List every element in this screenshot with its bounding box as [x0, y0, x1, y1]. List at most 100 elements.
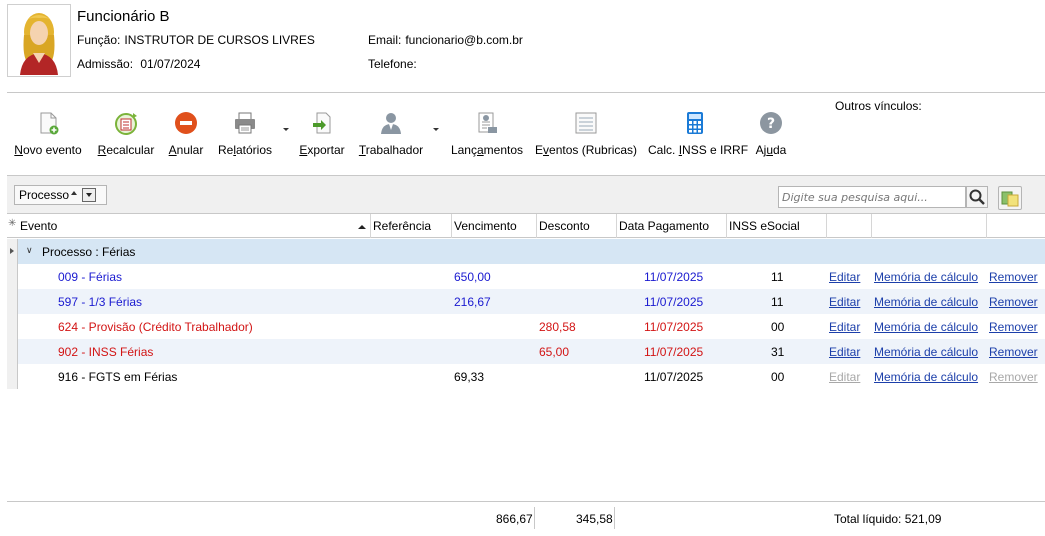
- table-row[interactable]: 009 - Férias 650,00 11/07/2025 11 Editar…: [7, 264, 1045, 289]
- events-grid: Processo Digite sua pesquisa aqui... ✳ E…: [7, 175, 1045, 536]
- admissao-label: Admissão:: [77, 57, 134, 71]
- admissao-info: Admissão: 01/07/2024: [77, 57, 200, 71]
- memoria-calculo-link[interactable]: Memória de cálculo: [874, 270, 978, 284]
- table-row[interactable]: 916 - FGTS em Férias 69,33 11/07/2025 00…: [7, 364, 1045, 389]
- evento-cell: 009 - Férias: [58, 270, 123, 284]
- outros-vinculos-label: Outros vínculos:: [835, 99, 922, 113]
- export-excel-icon: [1001, 191, 1019, 207]
- row-selector[interactable]: [7, 339, 18, 364]
- relatorios-button[interactable]: Relatórios: [217, 106, 273, 160]
- editar-link[interactable]: Editar: [829, 345, 860, 359]
- search-icon: [969, 189, 985, 205]
- group-row-label: Processo : Férias: [42, 245, 136, 259]
- trabalhador-dropdown-icon[interactable]: [433, 128, 439, 131]
- employee-header: Funcionário B Função: INSTRUTOR DE CURSOS…: [0, 0, 1045, 92]
- vencimento-cell: 650,00: [454, 270, 491, 284]
- row-selector[interactable]: [7, 264, 18, 289]
- new-document-icon: [40, 112, 59, 135]
- remover-link[interactable]: Remover: [989, 345, 1038, 359]
- column-evento[interactable]: Evento: [18, 214, 371, 238]
- funcao-info: Função: INSTRUTOR DE CURSOS LIVRES: [77, 33, 315, 47]
- sort-ascending-icon: [358, 225, 366, 229]
- header-divider: [7, 92, 1045, 93]
- desconto-cell: 280,58: [539, 320, 576, 334]
- search-input[interactable]: Digite sua pesquisa aqui...: [778, 186, 966, 208]
- desconto-cell: 65,00: [539, 345, 570, 359]
- memoria-calculo-link[interactable]: Memória de cálculo: [874, 295, 978, 309]
- funcao-label: Função:: [77, 33, 121, 47]
- total-vencimento: 866,67: [496, 512, 533, 526]
- worker-icon: [381, 113, 401, 134]
- printer-icon: [235, 112, 255, 134]
- editar-link[interactable]: Editar: [829, 320, 860, 334]
- total-liquido: Total líquido: 521,09: [834, 512, 942, 526]
- column-vencimento[interactable]: Vencimento: [452, 214, 537, 238]
- eventos-rubricas-button[interactable]: Eventos (Rubricas): [535, 106, 637, 160]
- ajuda-button[interactable]: ? Ajuda: [752, 106, 790, 160]
- inss-cell: 00: [771, 370, 785, 384]
- column-referencia[interactable]: Referência: [371, 214, 452, 238]
- memoria-calculo-link[interactable]: Memória de cálculo: [874, 320, 978, 334]
- anular-button[interactable]: Anular: [165, 106, 207, 160]
- table-row[interactable]: 624 - Provisão (Crédito Trabalhador) 280…: [7, 314, 1045, 339]
- remover-link[interactable]: Remover: [989, 295, 1038, 309]
- asterisk-icon: ✳: [8, 218, 17, 229]
- evento-cell: 902 - INSS Férias: [58, 345, 154, 359]
- remover-link[interactable]: Remover: [989, 270, 1038, 284]
- totals-footer: 866,67 345,58 Total líquido: 521,09: [7, 501, 1045, 536]
- calc-inss-irrf-button[interactable]: Calc. INSS e IRRF: [648, 106, 748, 160]
- main-toolbar: Novo evento Recalcular Anular Relatórios: [0, 106, 830, 164]
- table-row[interactable]: 902 - INSS Férias 65,00 11/07/2025 31 Ed…: [7, 339, 1045, 364]
- group-by-processo-chip[interactable]: Processo: [14, 185, 107, 205]
- trabalhador-button[interactable]: Trabalhador: [357, 106, 425, 160]
- column-desconto[interactable]: Desconto: [537, 214, 617, 238]
- exportar-button[interactable]: Exportar: [298, 106, 346, 160]
- evento-cell: 624 - Provisão (Crédito Trabalhador): [58, 320, 253, 334]
- list-icon: [575, 112, 597, 134]
- export-icon: [313, 112, 331, 134]
- telefone-label: Telefone:: [368, 57, 417, 71]
- search-button[interactable]: [966, 186, 988, 208]
- table-row[interactable]: 597 - 1/3 Férias 216,67 11/07/2025 11 Ed…: [7, 289, 1045, 314]
- row-selector[interactable]: [7, 364, 18, 389]
- chevron-down-icon[interactable]: ∨: [26, 245, 33, 256]
- employee-avatar: [7, 4, 71, 77]
- column-inss-esocial[interactable]: INSS eSocial: [727, 214, 827, 238]
- relatorios-dropdown-icon[interactable]: [283, 128, 289, 131]
- filter-dropdown-icon[interactable]: [82, 188, 96, 202]
- lancamentos-button[interactable]: Lançamentos: [449, 106, 525, 160]
- entries-icon: [478, 112, 497, 133]
- telefone-info: Telefone:: [368, 57, 421, 71]
- editar-link[interactable]: Editar: [829, 270, 860, 284]
- export-grid-button[interactable]: [998, 186, 1022, 210]
- column-remover: [987, 214, 1045, 238]
- calculator-icon: [687, 112, 703, 134]
- recalcular-button[interactable]: Recalcular: [96, 106, 156, 160]
- column-editar: [827, 214, 872, 238]
- inss-cell: 00: [771, 320, 785, 334]
- vencimento-cell: 69,33: [454, 370, 485, 384]
- group-row-processo-ferias[interactable]: ∨ Processo : Férias: [7, 239, 1045, 264]
- editar-link[interactable]: Editar: [829, 295, 860, 309]
- svg-text:?: ?: [767, 116, 775, 132]
- row-selector[interactable]: [7, 314, 18, 339]
- inss-cell: 11: [771, 295, 784, 309]
- row-selector[interactable]: [7, 289, 18, 314]
- editar-link-disabled: Editar: [829, 370, 861, 384]
- evento-cell: 916 - FGTS em Férias: [58, 370, 178, 384]
- novo-evento-button[interactable]: Novo evento: [12, 106, 84, 160]
- total-desconto: 345,58: [576, 512, 613, 526]
- data-pagamento-cell: 11/07/2025: [644, 370, 704, 384]
- column-data-pagamento[interactable]: Data Pagamento: [617, 214, 727, 238]
- remover-link[interactable]: Remover: [989, 320, 1038, 334]
- memoria-calculo-link[interactable]: Memória de cálculo: [874, 370, 978, 384]
- data-pagamento-cell: 11/07/2025: [644, 295, 704, 309]
- help-icon: ?: [760, 112, 782, 134]
- sort-ascending-icon: [71, 191, 77, 195]
- admissao-value: 01/07/2024: [140, 57, 201, 71]
- email-value: funcionario@b.com.br: [405, 33, 523, 47]
- data-pagamento-cell: 11/07/2025: [644, 345, 704, 359]
- memoria-calculo-link[interactable]: Memória de cálculo: [874, 345, 978, 359]
- footer-separator: [614, 507, 615, 529]
- funcao-value: INSTRUTOR DE CURSOS LIVRES: [124, 33, 315, 47]
